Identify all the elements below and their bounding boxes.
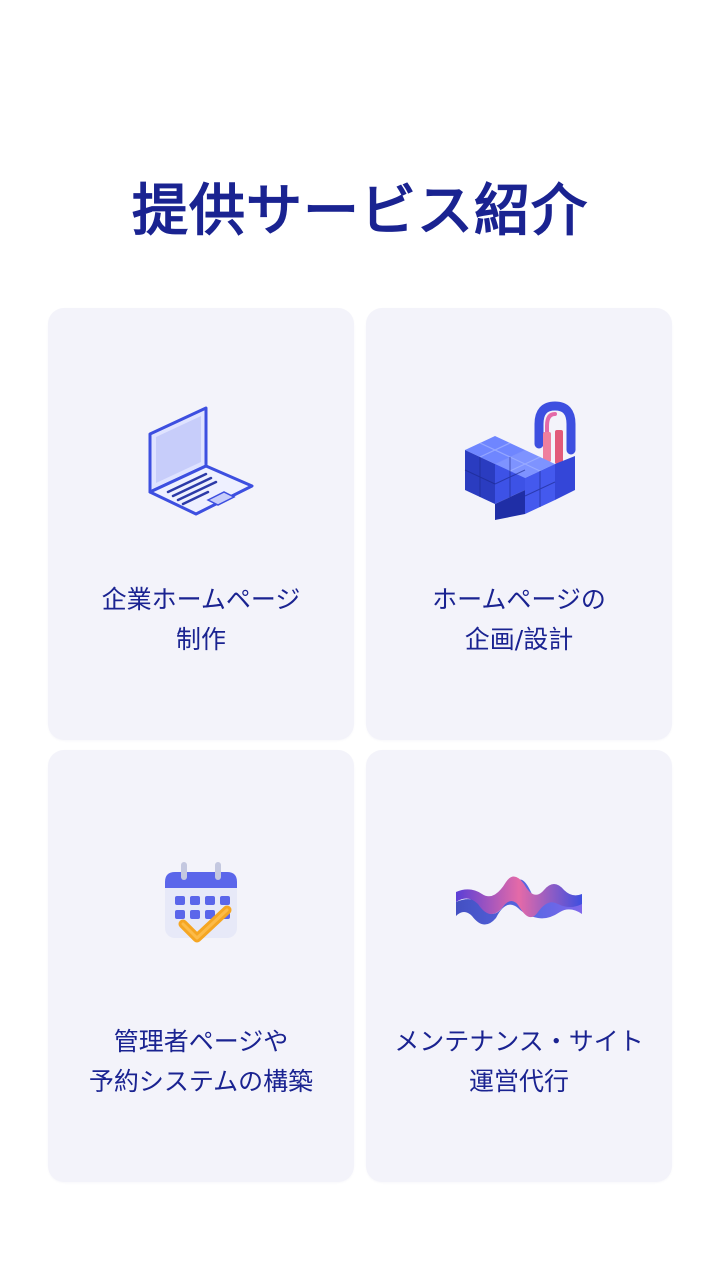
service-label-line1: メンテナンス・サイト <box>394 1027 644 1056</box>
service-card-website-planning[interactable]: ホームページの 企画/設計 <box>366 308 672 740</box>
data-blocks-lock-icon <box>366 400 672 524</box>
page-title: 提供サービス紹介 <box>132 178 588 244</box>
service-label-line1: 企業ホームページ <box>101 585 301 614</box>
service-card-website-production[interactable]: 企業ホームページ 制作 <box>48 308 354 740</box>
service-label-line2: 予約システムの構築 <box>88 1067 314 1096</box>
wave-graph-icon <box>366 868 672 934</box>
services-page: 提供サービス紹介 企業ホームページ 制作 ホームページの 企画/設計 管理者ペー… <box>0 0 720 1280</box>
service-card-admin-reservation[interactable]: 管理者ページや 予約システムの構築 <box>48 750 354 1182</box>
service-label-line1: ホームページの <box>432 585 606 614</box>
service-label-line2: 企画/設計 <box>464 625 574 654</box>
service-card-maintenance[interactable]: メンテナンス・サイト 運営代行 <box>366 750 672 1182</box>
service-label-line2: 制作 <box>175 625 226 654</box>
service-label-line2: 運営代行 <box>468 1067 569 1096</box>
service-label-line1: 管理者ページや <box>113 1027 289 1056</box>
services-grid: 企業ホームページ 制作 ホームページの 企画/設計 管理者ページや 予約システム… <box>48 308 672 1182</box>
service-label: ホームページの 企画/設計 <box>366 580 672 660</box>
service-label: メンテナンス・サイト 運営代行 <box>366 1022 672 1102</box>
service-label: 管理者ページや 予約システムの構築 <box>48 1022 354 1102</box>
service-label: 企業ホームページ 制作 <box>48 580 354 660</box>
laptop-icon <box>48 404 354 520</box>
calendar-check-icon <box>48 858 354 950</box>
